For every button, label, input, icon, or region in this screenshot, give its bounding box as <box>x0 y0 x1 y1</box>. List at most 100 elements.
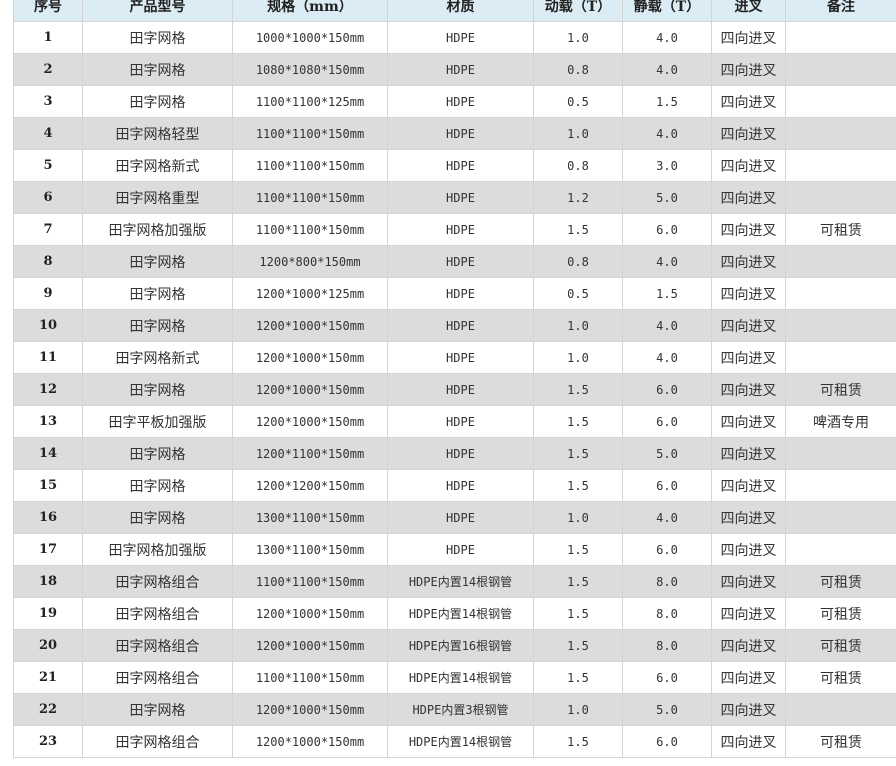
material-cell: HDPE <box>387 85 534 118</box>
material-cell: HDPE <box>387 149 534 182</box>
material-cell: HDPE内置14根钢管 <box>387 661 534 694</box>
remark-cell <box>785 85 896 118</box>
model-cell: 田字平板加强版 <box>82 405 233 438</box>
spec-cell: 1200*1000*150mm <box>232 693 388 726</box>
model-cell: 田字网格组合 <box>82 629 233 662</box>
dynamic-load-cell: 1.5 <box>533 565 623 598</box>
spec-cell: 1000*1000*150mm <box>232 21 388 54</box>
dynamic-load-cell: 0.8 <box>533 245 623 278</box>
remark-cell: 啤酒专用 <box>785 405 896 438</box>
fork-entry-cell: 四向进叉 <box>711 597 786 630</box>
static-load-cell: 6.0 <box>622 725 712 758</box>
fork-entry-cell: 四向进叉 <box>711 469 786 502</box>
static-load-cell: 8.0 <box>622 629 712 662</box>
remark-cell <box>785 309 896 342</box>
remark-cell <box>785 117 896 150</box>
static-load-cell: 1.5 <box>622 277 712 310</box>
fork-entry-cell: 四向进叉 <box>711 117 786 150</box>
model-cell: 田字网格 <box>82 373 233 406</box>
static-load-cell: 6.0 <box>622 533 712 566</box>
material-cell: HDPE <box>387 117 534 150</box>
table-row: 20 田字网格组合 1200*1000*150mm HDPE内置16根钢管 1.5 8.0… <box>13 629 896 662</box>
static-load-cell: 4.0 <box>622 309 712 342</box>
spec-cell: 1200*1000*150mm <box>232 309 388 342</box>
table-row: 4 田字网格轻型 1100*1100*150mm HDPE 1.0 4.0 四向进叉 <box>13 117 896 150</box>
row-index: 16 <box>13 501 83 534</box>
spec-cell: 1100*1100*150mm <box>232 117 388 150</box>
row-index: 10 <box>13 309 83 342</box>
row-index: 2 <box>13 53 83 86</box>
dynamic-load-cell: 1.2 <box>533 181 623 214</box>
spec-cell: 1100*1100*150mm <box>232 661 388 694</box>
table-row: 8 田字网格 1200*800*150mm HDPE 0.8 4.0 四向进叉 <box>13 245 896 278</box>
row-index: 6 <box>13 181 83 214</box>
spec-cell: 1200*1000*150mm <box>232 629 388 662</box>
header-static-load: 静载（T） <box>622 0 712 22</box>
static-load-cell: 5.0 <box>622 693 712 726</box>
static-load-cell: 3.0 <box>622 149 712 182</box>
static-load-cell: 5.0 <box>622 181 712 214</box>
header-index: 序号 <box>13 0 83 22</box>
dynamic-load-cell: 1.5 <box>533 437 623 470</box>
spec-cell: 1100*1100*150mm <box>232 181 388 214</box>
static-load-cell: 8.0 <box>622 565 712 598</box>
table-row: 16 田字网格 1300*1100*150mm HDPE 1.0 4.0 四向进叉 <box>13 501 896 534</box>
remark-cell <box>785 533 896 566</box>
table-row: 9 田字网格 1200*1000*125mm HDPE 0.5 1.5 四向进叉 <box>13 277 896 310</box>
remark-cell: 可租赁 <box>785 725 896 758</box>
table-row: 1 田字网格 1000*1000*150mm HDPE 1.0 4.0 四向进叉 <box>13 21 896 54</box>
fork-entry-cell: 四向进叉 <box>711 725 786 758</box>
model-cell: 田字网格 <box>82 309 233 342</box>
dynamic-load-cell: 1.0 <box>533 501 623 534</box>
fork-entry-cell: 四向进叉 <box>711 181 786 214</box>
remark-cell <box>785 245 896 278</box>
dynamic-load-cell: 1.0 <box>533 21 623 54</box>
remark-cell <box>785 469 896 502</box>
model-cell: 田字网格 <box>82 469 233 502</box>
spec-cell: 1200*1000*150mm <box>232 725 388 758</box>
row-index: 5 <box>13 149 83 182</box>
table-row: 23 田字网格组合 1200*1000*150mm HDPE内置14根钢管 1.5 6.0… <box>13 725 896 758</box>
fork-entry-cell: 四向进叉 <box>711 85 786 118</box>
header-row: 序号 产品型号 规格（mm） 材质 动载（T） 静载（T） 进叉 备注 <box>13 0 896 22</box>
remark-cell: 可租赁 <box>785 213 896 246</box>
dynamic-load-cell: 1.5 <box>533 597 623 630</box>
dynamic-load-cell: 1.5 <box>533 373 623 406</box>
model-cell: 田字网格 <box>82 693 233 726</box>
dynamic-load-cell: 1.0 <box>533 309 623 342</box>
dynamic-load-cell: 0.5 <box>533 277 623 310</box>
model-cell: 田字网格 <box>82 53 233 86</box>
dynamic-load-cell: 1.5 <box>533 533 623 566</box>
fork-entry-cell: 四向进叉 <box>711 405 786 438</box>
dynamic-load-cell: 0.8 <box>533 149 623 182</box>
spec-table: 序号 产品型号 规格（mm） 材质 动载（T） 静载（T） 进叉 备注 1 田字网… <box>13 0 896 758</box>
static-load-cell: 1.5 <box>622 85 712 118</box>
dynamic-load-cell: 0.8 <box>533 53 623 86</box>
material-cell: HDPE <box>387 309 534 342</box>
fork-entry-cell: 四向进叉 <box>711 661 786 694</box>
row-index: 21 <box>13 661 83 694</box>
material-cell: HDPE <box>387 533 534 566</box>
row-index: 4 <box>13 117 83 150</box>
table-row: 11 田字网格新式 1200*1000*150mm HDPE 1.0 4.0 四向进叉 <box>13 341 896 374</box>
static-load-cell: 4.0 <box>622 21 712 54</box>
spec-cell: 1200*1200*150mm <box>232 469 388 502</box>
static-load-cell: 4.0 <box>622 501 712 534</box>
static-load-cell: 8.0 <box>622 597 712 630</box>
model-cell: 田字网格组合 <box>82 565 233 598</box>
model-cell: 田字网格轻型 <box>82 117 233 150</box>
static-load-cell: 4.0 <box>622 117 712 150</box>
table-row: 13 田字平板加强版 1200*1000*150mm HDPE 1.5 6.0 四向进叉 啤酒… <box>13 405 896 438</box>
row-index: 9 <box>13 277 83 310</box>
fork-entry-cell: 四向进叉 <box>711 341 786 374</box>
row-index: 12 <box>13 373 83 406</box>
fork-entry-cell: 四向进叉 <box>711 501 786 534</box>
spec-cell: 1200*800*150mm <box>232 245 388 278</box>
fork-entry-cell: 四向进叉 <box>711 213 786 246</box>
remark-cell: 可租赁 <box>785 565 896 598</box>
spec-cell: 1300*1100*150mm <box>232 533 388 566</box>
model-cell: 田字网格组合 <box>82 661 233 694</box>
remark-cell <box>785 693 896 726</box>
material-cell: HDPE内置14根钢管 <box>387 725 534 758</box>
table-row: 6 田字网格重型 1100*1100*150mm HDPE 1.2 5.0 四向进叉 <box>13 181 896 214</box>
